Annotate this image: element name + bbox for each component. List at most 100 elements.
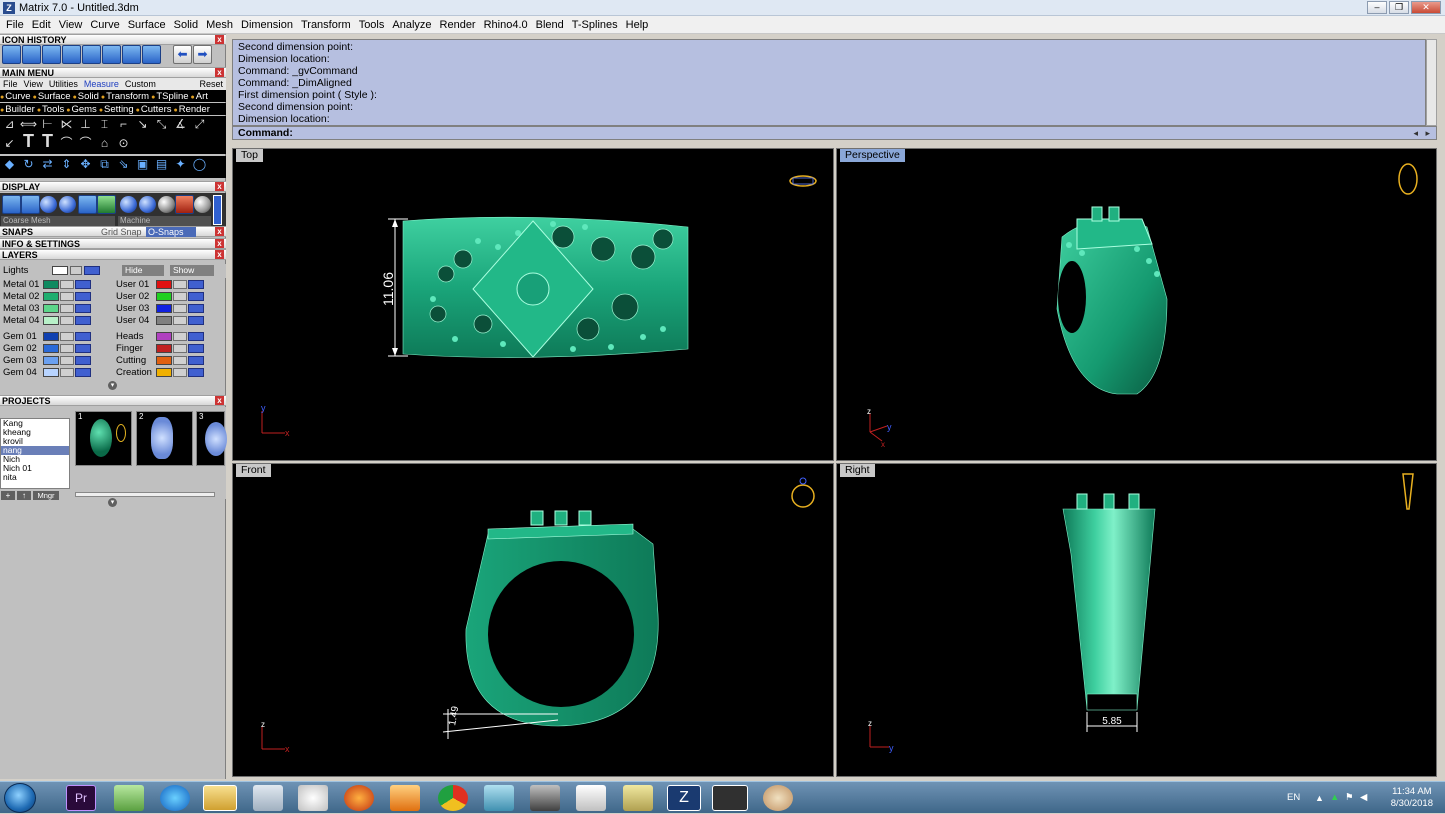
dimension-tool-icon[interactable]: ∡ [171, 116, 190, 133]
twist-tool-icon[interactable]: ✦ [171, 156, 190, 173]
close-icon[interactable]: x [215, 396, 224, 405]
tab-utilities[interactable]: Utilities [46, 79, 81, 89]
layer-row[interactable]: Finger [116, 343, 205, 354]
project-manager-button[interactable]: Mngr [33, 491, 59, 500]
menu-blend[interactable]: Blend [532, 19, 568, 31]
chevron-down-icon[interactable]: ▾ [108, 381, 117, 390]
lights-swatch[interactable] [52, 266, 68, 275]
layer-visibility-toggle[interactable] [188, 368, 204, 377]
layer-color-swatch[interactable] [156, 280, 172, 289]
layer-visibility-toggle[interactable] [75, 332, 91, 341]
mesh-quality-dropdown[interactable]: Coarse Mesh [1, 216, 115, 226]
close-icon[interactable]: x [215, 239, 224, 248]
info-settings-header[interactable]: INFO & SETTINGS x [0, 238, 226, 249]
lock-icon[interactable] [60, 280, 74, 289]
layer-color-swatch[interactable] [43, 344, 59, 353]
project-thumb-2[interactable]: 2 [136, 411, 193, 466]
layer-visibility-toggle[interactable] [75, 356, 91, 365]
icon-history-header[interactable]: ICON HISTORY x [0, 34, 226, 45]
menu-file[interactable]: File [2, 19, 28, 31]
lock-icon[interactable] [70, 266, 82, 275]
layer-color-swatch[interactable] [156, 368, 172, 377]
folder-icon[interactable] [203, 785, 237, 811]
radius-tool-icon[interactable]: ⊙ [114, 135, 133, 152]
matrix-taskbar-icon[interactable]: Z [667, 785, 701, 811]
layer-color-swatch[interactable] [156, 292, 172, 301]
layer-visibility-toggle[interactable] [188, 344, 204, 353]
project-thumb-1[interactable]: 1 [75, 411, 132, 466]
layer-visibility-toggle[interactable] [75, 368, 91, 377]
menu-transform[interactable]: Transform [297, 19, 355, 31]
start-button[interactable] [4, 783, 36, 813]
layer-visibility-toggle[interactable] [188, 332, 204, 341]
array-tool-icon[interactable]: ▣ [133, 156, 152, 173]
dot-tool-icon[interactable]: ⌂ [95, 135, 114, 152]
flag-icon[interactable]: ⚑ [1345, 792, 1354, 803]
tab-custom[interactable]: Custom [122, 79, 159, 89]
zbrush-icon[interactable] [576, 785, 606, 811]
close-icon[interactable]: x [215, 227, 224, 236]
render-icon[interactable] [175, 195, 194, 214]
show-button[interactable]: Show [170, 265, 214, 276]
history-tool-icon[interactable] [62, 45, 81, 64]
layer-row[interactable]: Gem 04 [3, 367, 92, 378]
layer-visibility-toggle[interactable] [75, 292, 91, 301]
hide-button[interactable]: Hide [122, 265, 164, 276]
back-arrow-icon[interactable]: ⬅ [173, 45, 192, 64]
history-tool-icon[interactable] [2, 45, 21, 64]
lock-icon[interactable] [60, 304, 74, 313]
dimension-tool-icon[interactable]: ⋉ [57, 116, 76, 133]
layer-row[interactable]: Gem 02 [3, 343, 92, 354]
grid-snap-toggle[interactable]: Grid Snap [101, 227, 142, 237]
dimension-tool-icon[interactable]: ⊥ [76, 116, 95, 133]
paint-icon[interactable] [763, 785, 793, 811]
minimize-button[interactable]: – [1367, 1, 1387, 14]
layer-row[interactable]: User 01 [116, 279, 205, 290]
add-project-button[interactable]: + [1, 491, 15, 500]
notes-icon[interactable] [623, 785, 653, 811]
layer-visibility-toggle[interactable] [75, 304, 91, 313]
lock-icon[interactable] [60, 332, 74, 341]
layer-row[interactable]: Cutting [116, 355, 205, 366]
lock-icon[interactable] [60, 356, 74, 365]
text-tool-icon[interactable]: T [38, 132, 57, 150]
layer-color-swatch[interactable] [156, 316, 172, 325]
display-mode-dropdown[interactable]: Machine [118, 216, 211, 226]
layer-row[interactable]: Gem 01 [3, 331, 92, 342]
layer-row[interactable]: Metal 03 [3, 303, 92, 314]
layer-visibility-toggle[interactable] [188, 316, 204, 325]
rotate-tool-icon[interactable]: ↻ [19, 156, 38, 173]
tab-measure[interactable]: Measure [81, 79, 122, 89]
category-curve[interactable]: Curve [0, 91, 33, 102]
menu-mesh[interactable]: Mesh [202, 19, 237, 31]
environment-ball-icon[interactable] [194, 196, 211, 213]
layer-visibility-toggle[interactable] [188, 356, 204, 365]
layer-visibility-toggle[interactable] [188, 304, 204, 313]
arc-tool-icon[interactable]: ⌒ [76, 135, 95, 152]
mirror-tool-icon[interactable]: ⇄ [38, 156, 57, 173]
layer-row[interactable]: User 04 [116, 315, 205, 326]
orient-tool-icon[interactable]: ◯ [190, 156, 209, 173]
menu-surface[interactable]: Surface [124, 19, 170, 31]
lock-icon[interactable] [173, 344, 187, 353]
menu-tsplines[interactable]: T-Splines [568, 19, 622, 31]
speaker-icon[interactable]: ◀ [1360, 792, 1367, 803]
lock-icon[interactable] [60, 292, 74, 301]
layer-color-swatch[interactable] [43, 316, 59, 325]
text-tool-icon[interactable]: T [19, 132, 38, 150]
menu-curve[interactable]: Curve [86, 19, 123, 31]
layer-visibility-toggle[interactable] [188, 292, 204, 301]
transform-tool-icon[interactable]: ◆ [0, 156, 19, 173]
layer-color-swatch[interactable] [43, 292, 59, 301]
tab-file[interactable]: File [0, 79, 21, 89]
viewport-front[interactable]: 1.49 z x Front [232, 463, 834, 777]
history-tool-icon[interactable] [22, 45, 41, 64]
network-status-icon[interactable]: ▲ [1330, 792, 1339, 803]
menu-tools[interactable]: Tools [355, 19, 389, 31]
layer-color-swatch[interactable] [156, 356, 172, 365]
material-ball-icon[interactable] [120, 196, 137, 213]
category-gems[interactable]: Gems [66, 104, 99, 115]
metal-ball-icon[interactable] [158, 196, 175, 213]
firefox-icon[interactable] [344, 785, 374, 811]
menu-view[interactable]: View [55, 19, 87, 31]
